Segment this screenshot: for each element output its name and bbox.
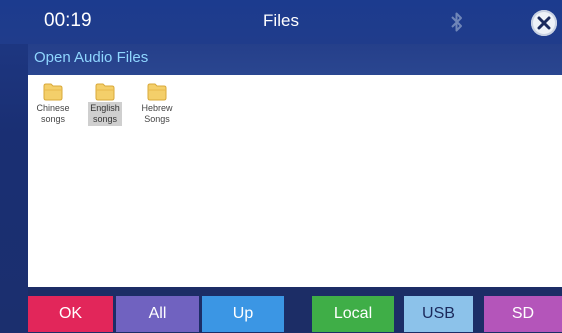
file-list: Chinese songs English songs Hebrew Songs (28, 75, 562, 287)
status-bar: 00:19 Files (0, 0, 562, 44)
folder-item[interactable]: English songs (80, 79, 130, 127)
action-bar: OK All Up Local USB SD (28, 287, 562, 333)
usb-button[interactable]: USB (404, 296, 473, 332)
local-button[interactable]: Local (312, 296, 394, 332)
folder-label: English songs (88, 102, 122, 126)
close-icon (537, 16, 551, 30)
bluetooth-icon (448, 10, 466, 34)
folder-icon (43, 83, 63, 101)
subheader: Open Audio Files (28, 44, 562, 75)
folder-item[interactable]: Chinese songs (28, 79, 78, 127)
ok-button[interactable]: OK (28, 296, 113, 332)
subheader-title: Open Audio Files (34, 49, 149, 66)
page-title: Files (263, 11, 299, 30)
sd-button[interactable]: SD (484, 296, 562, 332)
up-button[interactable]: Up (202, 296, 284, 332)
folder-label: Hebrew Songs (141, 103, 173, 124)
folder-icon (95, 83, 115, 101)
close-button[interactable] (531, 10, 557, 36)
all-button[interactable]: All (116, 296, 199, 332)
folder-label: Chinese songs (36, 103, 70, 124)
folder-icon (147, 83, 167, 101)
audio-files-dialog: 00:19 Files Open Audio Files Chinese song… (0, 0, 562, 333)
folder-item[interactable]: Hebrew Songs (132, 79, 182, 127)
